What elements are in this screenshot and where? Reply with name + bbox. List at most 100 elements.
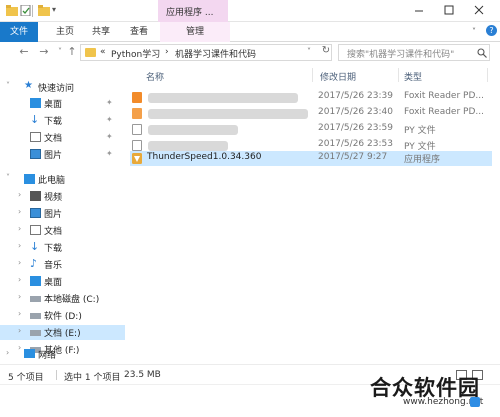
- column-header-modified[interactable]: 修改日期: [320, 70, 356, 83]
- ribbon-expand-icon[interactable]: ˅: [472, 27, 476, 36]
- nav-videos[interactable]: › 视频: [0, 189, 125, 204]
- nav-this-pc[interactable]: ˅ 此电脑: [0, 172, 125, 187]
- selected-size: 23.5 MB: [124, 370, 161, 380]
- chevron-down-icon[interactable]: ˅: [6, 173, 10, 182]
- tab-home[interactable]: 主页: [56, 22, 74, 42]
- close-icon[interactable]: [472, 3, 486, 17]
- file-type: PY 文件: [404, 126, 436, 136]
- chevron-right-icon[interactable]: ›: [18, 190, 21, 199]
- file-row[interactable]: 2017/5/26 23:59 PY 文件: [130, 122, 492, 137]
- pin-icon[interactable]: ✦: [106, 98, 113, 107]
- nav-network-row[interactable]: › 网络: [0, 346, 125, 362]
- file-date: 2017/5/26 23:59: [318, 123, 393, 133]
- file-row[interactable]: 2017/5/26 23:39 Foxit Reader PD...: [130, 90, 492, 105]
- nav-downloads[interactable]: ↓ 下载 ✦: [0, 113, 125, 128]
- nav-label: 下载: [44, 117, 63, 127]
- network-icon: [24, 349, 35, 358]
- nav-drive-c[interactable]: › 本地磁盘 (C:): [0, 291, 125, 306]
- navigation-pane: ˅ ★ 快速访问 桌面 ✦ ↓ 下载 ✦ 文档 ✦ 图片 ✦ ˅ 此电脑 › 视…: [0, 62, 125, 364]
- music-icon: ♪: [30, 257, 38, 270]
- search-input[interactable]: 搜索"机器学习课件和代码": [338, 44, 490, 61]
- column-divider[interactable]: [487, 68, 488, 82]
- pin-icon[interactable]: ✦: [106, 149, 113, 158]
- tab-share[interactable]: 共享: [92, 22, 110, 42]
- chevron-right-icon[interactable]: ›: [18, 241, 21, 250]
- nav-label: 图片: [44, 151, 63, 161]
- document-icon: [30, 225, 41, 235]
- address-dropdown-icon[interactable]: ˅: [307, 47, 311, 56]
- breadcrumb-python[interactable]: Python学习: [111, 47, 160, 60]
- chevron-right-icon[interactable]: ›: [18, 326, 21, 335]
- nav-drive-d[interactable]: › 软件 (D:): [0, 308, 125, 323]
- file-date: 2017/5/27 9:27: [318, 152, 388, 162]
- quick-access-dropdown-icon[interactable]: ▾: [52, 5, 56, 14]
- chevron-down-icon[interactable]: ˅: [6, 81, 10, 90]
- picture-icon: [30, 149, 41, 159]
- computer-icon: [24, 174, 35, 184]
- refresh-icon[interactable]: ↻: [320, 44, 332, 58]
- nav-label: 快速访问: [38, 84, 75, 94]
- pin-icon[interactable]: ✦: [106, 132, 113, 141]
- selected-count: 选中 1 个项目: [64, 373, 121, 383]
- nav-documents-pc[interactable]: › 文档: [0, 223, 125, 238]
- nav-label: 文档: [44, 227, 63, 237]
- chevron-right-icon[interactable]: ›: [18, 275, 21, 284]
- nav-pictures[interactable]: 图片 ✦: [0, 147, 125, 162]
- file-type: Foxit Reader PD...: [404, 91, 484, 101]
- nav-label: 视频: [44, 193, 63, 203]
- column-header-name[interactable]: 名称: [146, 70, 164, 83]
- column-header-type[interactable]: 类型: [404, 70, 422, 83]
- tab-file[interactable]: 文件: [0, 22, 38, 42]
- new-folder-icon[interactable]: [38, 5, 50, 16]
- context-tab-app-tools: 应用程序 ...: [158, 0, 228, 22]
- chevron-right-icon[interactable]: ›: [18, 207, 21, 216]
- forward-arrow-icon[interactable]: →: [38, 45, 50, 59]
- chevron-right-icon[interactable]: ›: [18, 224, 21, 233]
- chevron-right-icon[interactable]: ›: [18, 309, 21, 318]
- pin-icon[interactable]: ✦: [106, 115, 113, 124]
- nav-desktop[interactable]: 桌面 ✦: [0, 96, 125, 111]
- back-arrow-icon[interactable]: ←: [18, 45, 30, 59]
- chevron-right-icon[interactable]: ›: [6, 348, 9, 357]
- up-arrow-icon[interactable]: ↑: [66, 45, 78, 59]
- folder-icon: [85, 48, 96, 57]
- nav-documents[interactable]: 文档 ✦: [0, 130, 125, 145]
- nav-downloads-pc[interactable]: › ↓ 下载: [0, 240, 125, 255]
- tab-manage[interactable]: 管理: [160, 22, 230, 42]
- column-divider[interactable]: [312, 68, 313, 82]
- download-icon: ↓: [30, 113, 40, 126]
- tab-view[interactable]: 查看: [130, 22, 148, 42]
- breadcrumb-overflow[interactable]: «: [100, 47, 106, 57]
- toolbar-divider: [32, 5, 33, 17]
- nav-quick-access[interactable]: ˅ ★ 快速访问: [0, 80, 125, 95]
- maximize-icon[interactable]: [442, 3, 456, 17]
- chevron-right-icon[interactable]: ›: [18, 258, 21, 267]
- document-icon: [30, 132, 41, 142]
- blurred-filename: [148, 109, 308, 119]
- nav-label: 桌面: [44, 278, 63, 288]
- help-icon[interactable]: ?: [486, 25, 497, 36]
- download-icon: ↓: [30, 240, 40, 253]
- status-divider: [56, 370, 57, 380]
- blurred-filename: [148, 125, 238, 135]
- py-file-icon: [132, 124, 142, 135]
- search-icon[interactable]: [477, 48, 487, 58]
- app-icon: [132, 153, 142, 164]
- nav-pictures-pc[interactable]: › 图片: [0, 206, 125, 221]
- file-row[interactable]: 2017/5/26 23:40 Foxit Reader PD...: [130, 106, 492, 121]
- nav-label: 本地磁盘 (C:): [44, 295, 100, 305]
- nav-label: 此电脑: [38, 176, 66, 186]
- breadcrumb-current[interactable]: 机器学习课件和代码: [175, 47, 256, 60]
- nav-desktop-pc[interactable]: › 桌面: [0, 274, 125, 289]
- star-icon: ★: [24, 80, 33, 91]
- properties-icon[interactable]: [20, 5, 32, 16]
- column-divider[interactable]: [398, 68, 399, 82]
- file-row-selected[interactable]: ThunderSpeed1.0.34.360 2017/5/27 9:27 应用…: [130, 151, 492, 166]
- breadcrumb-separator[interactable]: ›: [165, 47, 169, 57]
- nav-music[interactable]: › ♪ 音乐: [0, 257, 125, 272]
- recent-locations-icon[interactable]: ˅: [54, 45, 66, 59]
- nav-drive-e[interactable]: › 文档 (E:): [0, 325, 125, 340]
- address-bar[interactable]: « Python学习 › 机器学习课件和代码 ˅: [80, 44, 332, 61]
- chevron-right-icon[interactable]: ›: [18, 292, 21, 301]
- minimize-icon[interactable]: [412, 3, 426, 17]
